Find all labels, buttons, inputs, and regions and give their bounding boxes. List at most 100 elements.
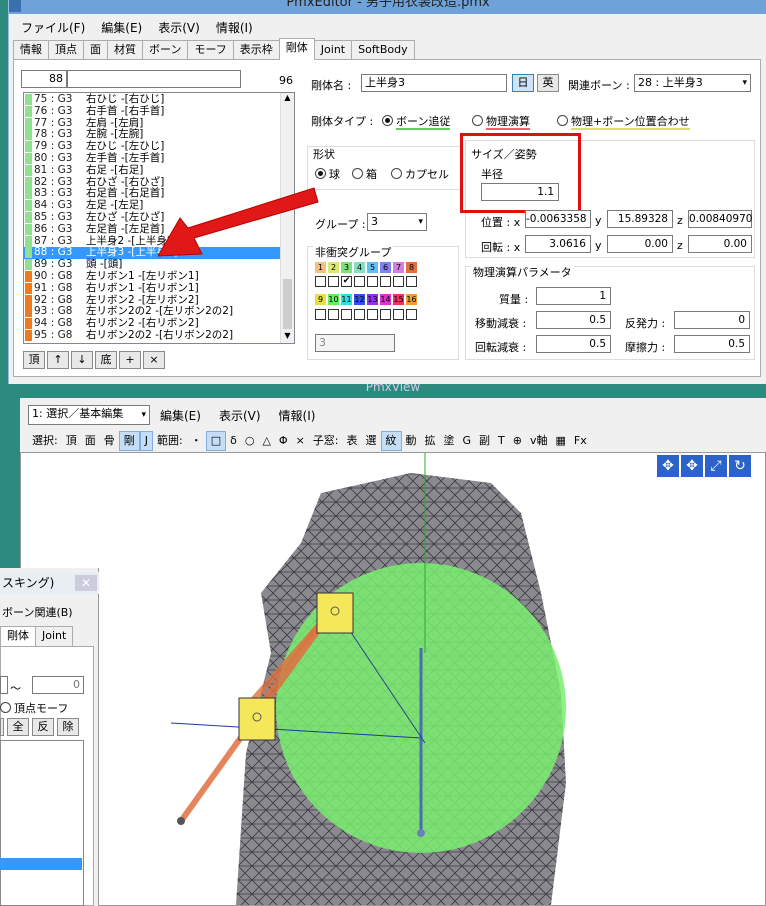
shape-box-radio[interactable]: 箱 bbox=[352, 166, 377, 182]
no-collision-checkbox[interactable] bbox=[406, 276, 417, 287]
list-filter-field[interactable] bbox=[67, 70, 241, 88]
tab-face[interactable]: 面 bbox=[83, 40, 108, 60]
rotation-z-field[interactable]: 0.00 bbox=[688, 235, 752, 253]
position-z-field[interactable]: 0.00840970 bbox=[688, 210, 752, 228]
rotation-y-field[interactable]: 0.00 bbox=[607, 235, 673, 253]
no-collision-checkbox[interactable] bbox=[354, 276, 365, 287]
view-tool-4[interactable]: 剛 bbox=[118, 431, 140, 451]
no-collision-checkbox[interactable] bbox=[328, 276, 339, 287]
bone-menu[interactable]: ボーン関連(B) bbox=[2, 604, 73, 620]
no-collision-checkbox[interactable] bbox=[354, 309, 365, 320]
view-tool-20[interactable]: 塗 bbox=[440, 432, 459, 450]
no-collision-checkbox[interactable] bbox=[380, 276, 391, 287]
scroll-up-icon[interactable]: ▲ bbox=[281, 93, 294, 105]
tab-bone[interactable]: ボーン bbox=[142, 40, 189, 60]
delete-button[interactable]: × bbox=[143, 351, 165, 369]
tab-display-frame[interactable]: 表示枠 bbox=[232, 40, 280, 60]
tab-info[interactable]: 情報 bbox=[13, 40, 49, 60]
tab-morph[interactable]: モーフ bbox=[187, 40, 234, 60]
view-tool-8[interactable]: □ bbox=[205, 431, 227, 451]
view-tool-3[interactable]: 骨 bbox=[100, 432, 119, 450]
shape-capsule-radio[interactable]: カプセル bbox=[391, 166, 449, 182]
no-collision-checkbox[interactable] bbox=[341, 309, 352, 320]
view-tool-24[interactable]: ⊕ bbox=[509, 432, 526, 450]
view-tool-18[interactable]: 動 bbox=[402, 432, 421, 450]
view-tool-2[interactable]: 面 bbox=[81, 432, 100, 450]
rigid-name-field[interactable]: 上半身3 bbox=[361, 74, 507, 92]
zoom-icon[interactable]: ⤢ bbox=[705, 455, 727, 477]
view-tool-27[interactable]: Fx bbox=[570, 432, 591, 450]
view-tool-22[interactable]: 副 bbox=[475, 432, 494, 450]
view-tool-5[interactable]: J bbox=[139, 431, 153, 451]
view-tool-10[interactable]: ○ bbox=[241, 432, 259, 450]
english-name-button[interactable]: 英 bbox=[537, 74, 559, 92]
restitution-field[interactable]: 0 bbox=[674, 311, 750, 329]
3d-viewport[interactable]: ✥ ✥ ⤢ ↻ bbox=[20, 452, 766, 906]
view-tool-25[interactable]: v軸 bbox=[526, 432, 552, 450]
skinning-list[interactable] bbox=[0, 740, 84, 906]
menu-view[interactable]: 表示(V) bbox=[158, 19, 200, 36]
mode-select[interactable]: 1: 選択／基本編集 ▾ bbox=[28, 405, 150, 425]
view-menu-edit[interactable]: 編集(E) bbox=[160, 407, 201, 424]
friction-field[interactable]: 0.5 bbox=[674, 335, 750, 353]
view-menu-info[interactable]: 情報(I) bbox=[279, 407, 316, 424]
move-up-button[interactable]: ↑ bbox=[47, 351, 69, 369]
scroll-thumb[interactable] bbox=[283, 279, 292, 329]
tab-joint[interactable]: Joint bbox=[313, 40, 353, 60]
scroll-down-icon[interactable]: ▼ bbox=[281, 331, 294, 343]
view-tool-15[interactable]: 表 bbox=[343, 432, 362, 450]
close-icon[interactable]: ✕ bbox=[75, 575, 97, 591]
view-tool-11[interactable]: △ bbox=[258, 432, 274, 450]
related-bone-select[interactable]: 28 : 上半身3 ▾ bbox=[634, 74, 751, 92]
tab-rigid-body[interactable]: 剛体 bbox=[278, 38, 315, 60]
view-menu-view[interactable]: 表示(V) bbox=[219, 407, 261, 424]
skinning-list-selected-row[interactable] bbox=[0, 858, 82, 870]
no-collision-checkbox[interactable] bbox=[328, 309, 339, 320]
tab-rigid[interactable]: 剛体 bbox=[0, 626, 36, 646]
left-edge-button[interactable] bbox=[0, 718, 4, 736]
no-collision-checkbox[interactable] bbox=[406, 309, 417, 320]
no-collision-checkbox[interactable] bbox=[315, 276, 326, 287]
no-collision-checkbox[interactable] bbox=[367, 309, 378, 320]
view-tool-12[interactable]: Φ bbox=[275, 432, 292, 450]
type-bone-follow-radio[interactable]: ボーン追従 bbox=[382, 113, 451, 130]
view-tool-19[interactable]: 拡 bbox=[421, 432, 440, 450]
move-top-button[interactable]: 頂 bbox=[23, 351, 45, 369]
view-tool-23[interactable]: T bbox=[494, 432, 509, 450]
tab-vertex[interactable]: 頂点 bbox=[48, 40, 84, 60]
no-collision-mask-field[interactable]: 3 bbox=[315, 334, 395, 352]
no-collision-checkbox[interactable] bbox=[393, 309, 404, 320]
no-collision-checkbox[interactable] bbox=[315, 309, 326, 320]
list-item[interactable]: 81 : G3 右足 -[右足] bbox=[24, 164, 294, 177]
menu-info[interactable]: 情報(I) bbox=[216, 19, 253, 36]
move-down-button[interactable]: ↓ bbox=[71, 351, 93, 369]
group-select[interactable]: 3 ▾ bbox=[367, 213, 427, 231]
view-tool-7[interactable]: ・ bbox=[187, 432, 206, 450]
radius-field[interactable]: 1.1 bbox=[481, 183, 559, 201]
view-tool-1[interactable]: 頂 bbox=[62, 432, 81, 450]
move-bottom-button[interactable]: 底 bbox=[95, 351, 117, 369]
list-item[interactable]: 76 : G3 右手首 -[右手首] bbox=[24, 105, 294, 118]
no-collision-checkbox[interactable]: ✔ bbox=[341, 276, 352, 287]
list-item[interactable]: 90 : G8 左リボン1 -[左リボン1] bbox=[24, 270, 294, 283]
mass-field[interactable]: 1 bbox=[536, 287, 611, 305]
position-y-field[interactable]: 15.89328 bbox=[607, 210, 673, 228]
tab-joint-2[interactable]: Joint bbox=[35, 626, 74, 646]
menu-file[interactable]: ファイル(F) bbox=[21, 19, 85, 36]
linear-damping-field[interactable]: 0.5 bbox=[536, 311, 611, 329]
rotate-icon[interactable]: ↻ bbox=[729, 455, 751, 477]
angular-damping-field[interactable]: 0.5 bbox=[536, 335, 611, 353]
view-tool-26[interactable]: ▦ bbox=[552, 432, 570, 450]
vertex-morph-radio[interactable]: 頂点モーフ bbox=[0, 700, 68, 716]
add-button[interactable]: + bbox=[119, 351, 141, 369]
all-button[interactable]: 全 bbox=[7, 718, 29, 736]
remove-button[interactable]: 除 bbox=[57, 718, 79, 736]
list-item[interactable]: 91 : G8 右リボン1 -[右リボン1] bbox=[24, 282, 294, 295]
menu-edit[interactable]: 編集(E) bbox=[101, 19, 142, 36]
invert-button[interactable]: 反 bbox=[32, 718, 54, 736]
shape-sphere-radio[interactable]: 球 bbox=[315, 166, 340, 182]
position-x-field[interactable]: -0.0063358 bbox=[525, 210, 591, 228]
range-from-field[interactable] bbox=[0, 676, 8, 694]
type-physics-radio[interactable]: 物理演算 bbox=[472, 113, 530, 130]
view-tool-17[interactable]: 紋 bbox=[380, 431, 402, 451]
